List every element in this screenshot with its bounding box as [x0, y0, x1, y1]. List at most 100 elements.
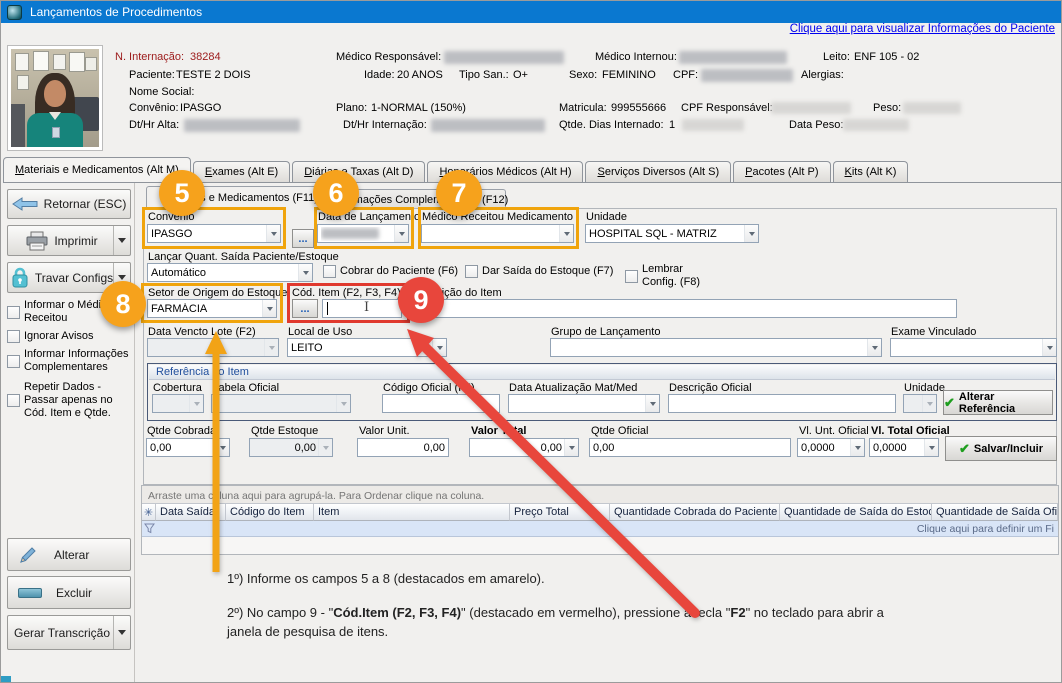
dropdown-arrow-icon [336, 395, 350, 412]
data-atualizacao-combo[interactable] [508, 394, 660, 413]
convenio-header-value: IPASGO [180, 102, 221, 114]
medico-receitou-combo[interactable] [421, 224, 574, 243]
dropdown-arrow-icon [1042, 339, 1056, 356]
descricao-item-input[interactable] [413, 299, 957, 318]
column-header-item[interactable]: Item [314, 503, 510, 521]
checkbox-dar-saida[interactable]: Dar Saída do Estoque (F7) [465, 265, 613, 278]
column-header-preco-total[interactable]: Preço Total [510, 503, 610, 521]
grupo-lancamento-label: Grupo de Lançamento [551, 326, 660, 338]
convenio-browse-button[interactable]: ... [292, 229, 314, 248]
redacted-value [431, 119, 545, 132]
gerar-dropdown-arrow[interactable] [113, 616, 130, 649]
unidade-combo[interactable]: HOSPITAL SQL - MATRIZ [585, 224, 759, 243]
alterar-referencia-button[interactable]: ✔ Alterar Referência [943, 390, 1053, 415]
tab-exames[interactable]: Exames (Alt E) [193, 161, 290, 182]
excluir-button[interactable]: Excluir [7, 576, 131, 609]
unidade-oficial-combo[interactable] [903, 394, 937, 413]
tabela-oficial-label: Tabela Oficial [213, 382, 279, 394]
pencil-icon [18, 545, 38, 565]
dropdown-arrow-icon [318, 439, 332, 456]
arrow-left-icon [12, 197, 38, 211]
text-caret [327, 302, 328, 315]
dropdown-arrow-icon [850, 439, 864, 456]
leito-label: Leito: [823, 51, 850, 63]
exame-vinculado-combo[interactable] [890, 338, 1057, 357]
tab-kits[interactable]: Kits (Alt K) [833, 161, 909, 182]
cobertura-combo[interactable] [152, 394, 204, 413]
gerar-transcricao-button[interactable]: Gerar Transcrição [7, 615, 131, 650]
patient-photo-frame [7, 45, 103, 151]
data-lancamento-combo[interactable] [317, 224, 409, 243]
qtde-cobrada-combo[interactable]: 0,00 [146, 438, 230, 457]
grupo-lancamento-combo[interactable] [550, 338, 882, 357]
dropdown-arrow-icon [394, 225, 408, 242]
imprimir-dropdown-arrow[interactable] [113, 226, 130, 255]
alterar-button[interactable]: Alterar [7, 538, 131, 571]
app-icon [7, 5, 22, 20]
cpf-responsavel-label: CPF Responsável: [681, 102, 773, 114]
internacao-value: 38284 [190, 51, 221, 63]
callout-8: 8 [100, 281, 146, 327]
filter-funnel-icon [144, 523, 155, 534]
redacted-value [771, 102, 851, 114]
sexo-label: Sexo: [569, 69, 597, 81]
column-header-qtd-cobrada[interactable]: Quantidade Cobrada do Paciente [610, 503, 780, 521]
imprimir-button[interactable]: Imprimir [7, 225, 131, 256]
tab-diarias-taxas[interactable]: Diárias e Taxas (Alt D) [292, 161, 425, 182]
patient-info-link[interactable]: Clique aqui para visualizar Informações … [790, 23, 1055, 35]
vl-total-oficial-combo[interactable]: 0,0000 [869, 438, 939, 457]
lancar-quant-combo[interactable]: Automático [147, 263, 313, 282]
medico-receitou-label: Médico Receitou Medicamento [422, 211, 573, 223]
instruction-step-2: 2º) No campo 9 - "Cód.Item (F2, F3, F4)"… [227, 603, 899, 641]
vl-unt-oficial-combo[interactable]: 0,0000 [797, 438, 865, 457]
checkbox-cobrar-paciente[interactable]: Cobrar do Paciente (F6) [323, 265, 458, 278]
column-header-data-saida[interactable]: Data Saída [156, 503, 226, 521]
local-uso-combo[interactable]: LEITO [287, 338, 447, 357]
dropdown-arrow-icon [215, 439, 229, 456]
tab-pacotes[interactable]: Pacotes (Alt P) [733, 161, 830, 182]
retornar-button[interactable]: Retornar (ESC) [7, 189, 131, 219]
checkbox-ignorar-avisos[interactable]: Ignorar Avisos [7, 330, 133, 343]
unidade-field-label: Unidade [586, 211, 627, 223]
qtde-oficial-input[interactable] [589, 438, 791, 457]
dropdown-arrow-icon [264, 339, 278, 356]
referencia-item-title: Referência do Item [149, 365, 1055, 380]
tabela-oficial-combo[interactable] [211, 394, 351, 413]
descricao-oficial-input[interactable] [668, 394, 896, 413]
idade-label: Idade: [364, 69, 395, 81]
redacted-value [321, 228, 379, 239]
dropdown-arrow-icon [867, 339, 881, 356]
checkbox-lembrar-config[interactable]: Lembrar Config. (F8) [625, 263, 708, 289]
convenio-combo[interactable]: IPASGO [147, 224, 281, 243]
checkbox-icon [7, 306, 20, 319]
grid-filter-row[interactable]: Clique aqui para definir um Fi [142, 521, 1058, 537]
column-header-qtd-saida-oficial[interactable]: Quantidade de Saída Oficial [932, 503, 1058, 521]
tab-servicos-diversos[interactable]: Serviços Diversos (Alt S) [585, 161, 731, 182]
valor-total-combo[interactable]: 0,00 [469, 438, 579, 457]
redacted-value [679, 51, 787, 64]
column-header-codigo-item[interactable]: Código do Item [226, 503, 314, 521]
printer-icon [26, 231, 48, 251]
qtde-estoque-combo[interactable]: 0,00 [249, 438, 333, 457]
salvar-incluir-button[interactable]: ✔ Salvar/Incluir [945, 436, 1057, 461]
dropdown-arrow-icon [564, 439, 578, 456]
column-header-qtd-saida-estoque[interactable]: Quantidade de Saída do Estoque [780, 503, 932, 521]
setor-origem-combo[interactable]: FARMÁCIA [147, 299, 277, 318]
vl-total-oficial-label: Vl. Total Oficial [871, 425, 950, 437]
data-vencto-combo[interactable] [147, 338, 279, 357]
valor-unit-input[interactable] [357, 438, 449, 457]
checkbox-informar-informacoes[interactable]: Informar Informações Complementares [7, 348, 133, 374]
tipo-sanguineo-label: Tipo San.: [459, 69, 509, 81]
codigo-oficial-input[interactable] [382, 394, 500, 413]
dropdown-arrow-icon [298, 264, 312, 281]
grid-group-hint[interactable]: Arraste uma coluna aqui para agrupá-la. … [148, 490, 484, 502]
cod-item-input[interactable] [322, 299, 402, 318]
paciente-label: Paciente: [129, 69, 175, 81]
lock-icon [11, 267, 29, 288]
plano-value: 1-NORMAL (150%) [371, 102, 466, 114]
plano-label: Plano: [336, 102, 367, 114]
cod-item-browse-button[interactable]: ... [292, 299, 318, 318]
checkbox-icon [323, 265, 336, 278]
checkbox-repetir-dados[interactable]: Repetir Dados - Passar apenas no Cód. It… [7, 381, 133, 420]
callout-6: 6 [313, 170, 359, 216]
